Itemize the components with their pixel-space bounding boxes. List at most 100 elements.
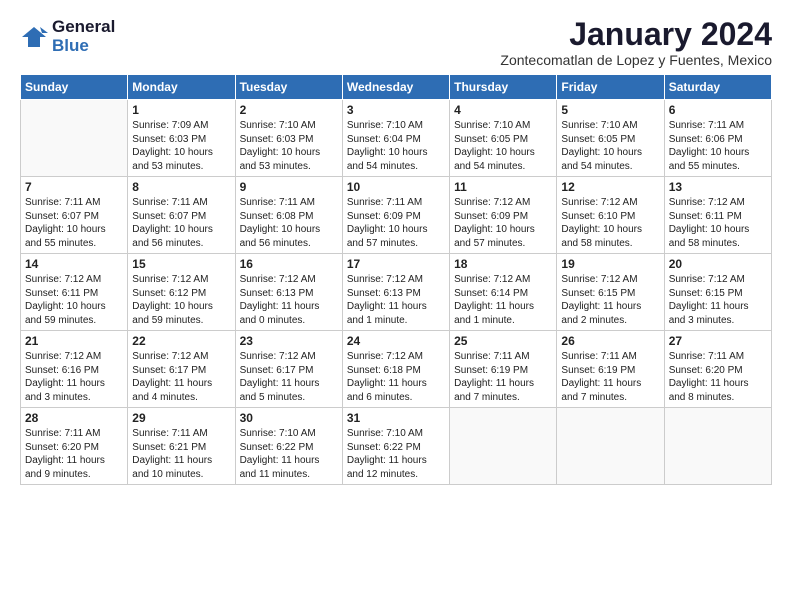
header: General Blue January 2024 Zontecomatlan … xyxy=(20,18,772,68)
month-title: January 2024 xyxy=(500,18,772,50)
week-row-4: 21 Sunrise: 7:12 AMSunset: 6:16 PMDayligh… xyxy=(21,331,772,408)
day-number: 27 xyxy=(669,334,767,348)
day-info: Sunrise: 7:10 AMSunset: 6:05 PMDaylight:… xyxy=(454,119,552,173)
day-cell: 2 Sunrise: 7:10 AMSunset: 6:03 PMDaylight… xyxy=(235,100,342,177)
week-row-5: 28Sunrise: 7:11 AMSunset: 6:20 PMDayligh… xyxy=(21,408,772,485)
day-cell: 14 Sunrise: 7:12 AMSunset: 6:11 PMDayligh… xyxy=(21,254,128,331)
day-info: Sunrise: 7:10 AMSunset: 6:22 PMDaylight:… xyxy=(347,427,445,481)
day-cell: 6Sunrise: 7:11 AMSunset: 6:06 PMDaylight… xyxy=(664,100,771,177)
logo-icon xyxy=(20,23,48,51)
day-info: Sunrise: 7:12 AMSunset: 6:18 PMDaylight:… xyxy=(347,350,445,404)
day-info: Sunrise: 7:10 AMSunset: 6:03 PMDaylight:… xyxy=(240,119,338,173)
day-number: 15 xyxy=(132,257,230,271)
subtitle: Zontecomatlan de Lopez y Fuentes, Mexico xyxy=(500,52,772,68)
day-cell xyxy=(664,408,771,485)
day-cell: 22Sunrise: 7:12 AMSunset: 6:17 PMDayligh… xyxy=(128,331,235,408)
day-cell: 23Sunrise: 7:12 AMSunset: 6:17 PMDayligh… xyxy=(235,331,342,408)
day-cell: 15 Sunrise: 7:12 AMSunset: 6:12 PMDayligh… xyxy=(128,254,235,331)
day-info: Sunrise: 7:12 AMSunset: 6:16 PMDaylight:… xyxy=(25,350,123,404)
logo: General Blue xyxy=(20,18,115,55)
weekday-header-thursday: Thursday xyxy=(450,75,557,100)
day-info: Sunrise: 7:12 AMSunset: 6:17 PMDaylight:… xyxy=(240,350,338,404)
day-cell: 31Sunrise: 7:10 AMSunset: 6:22 PMDayligh… xyxy=(342,408,449,485)
day-info: Sunrise: 7:12 AMSunset: 6:10 PMDaylight:… xyxy=(561,196,659,250)
calendar-table: SundayMondayTuesdayWednesdayThursdayFrid… xyxy=(20,74,772,485)
weekday-header-monday: Monday xyxy=(128,75,235,100)
day-number: 14 xyxy=(25,257,123,271)
day-info: Sunrise: 7:12 AMSunset: 6:11 PMDaylight:… xyxy=(25,273,123,327)
day-number: 17 xyxy=(347,257,445,271)
day-cell: 24Sunrise: 7:12 AMSunset: 6:18 PMDayligh… xyxy=(342,331,449,408)
day-info: Sunrise: 7:12 AMSunset: 6:11 PMDaylight:… xyxy=(669,196,767,250)
day-info: Sunrise: 7:10 AMSunset: 6:05 PMDaylight:… xyxy=(561,119,659,173)
week-row-1: 1Sunrise: 7:09 AMSunset: 6:03 PMDaylight… xyxy=(21,100,772,177)
day-cell xyxy=(557,408,664,485)
day-number: 9 xyxy=(240,180,338,194)
day-number: 19 xyxy=(561,257,659,271)
title-block: January 2024 Zontecomatlan de Lopez y Fu… xyxy=(500,18,772,68)
day-number: 25 xyxy=(454,334,552,348)
day-cell: 13Sunrise: 7:12 AMSunset: 6:11 PMDayligh… xyxy=(664,177,771,254)
day-cell: 11 Sunrise: 7:12 AMSunset: 6:09 PMDayligh… xyxy=(450,177,557,254)
day-cell: 12Sunrise: 7:12 AMSunset: 6:10 PMDayligh… xyxy=(557,177,664,254)
day-number: 11 xyxy=(454,180,552,194)
weekday-header-friday: Friday xyxy=(557,75,664,100)
day-number: 28 xyxy=(25,411,123,425)
day-number: 4 xyxy=(454,103,552,117)
day-cell: 8Sunrise: 7:11 AMSunset: 6:07 PMDaylight… xyxy=(128,177,235,254)
day-info: Sunrise: 7:10 AMSunset: 6:04 PMDaylight:… xyxy=(347,119,445,173)
day-cell xyxy=(450,408,557,485)
day-cell: 7 Sunrise: 7:11 AMSunset: 6:07 PMDaylight… xyxy=(21,177,128,254)
day-info: Sunrise: 7:11 AMSunset: 6:06 PMDaylight:… xyxy=(669,119,767,173)
day-info: Sunrise: 7:09 AMSunset: 6:03 PMDaylight:… xyxy=(132,119,230,173)
day-cell: 25 Sunrise: 7:11 AMSunset: 6:19 PMDayligh… xyxy=(450,331,557,408)
day-info: Sunrise: 7:11 AMSunset: 6:07 PMDaylight:… xyxy=(25,196,123,250)
day-number: 21 xyxy=(25,334,123,348)
day-number: 20 xyxy=(669,257,767,271)
day-info: Sunrise: 7:11 AMSunset: 6:07 PMDaylight:… xyxy=(132,196,230,250)
day-cell: 27 Sunrise: 7:11 AMSunset: 6:20 PMDayligh… xyxy=(664,331,771,408)
day-number: 26 xyxy=(561,334,659,348)
day-cell: 18Sunrise: 7:12 AMSunset: 6:14 PMDayligh… xyxy=(450,254,557,331)
day-cell: 29 Sunrise: 7:11 AMSunset: 6:21 PMDayligh… xyxy=(128,408,235,485)
day-cell: 19 Sunrise: 7:12 AMSunset: 6:15 PMDayligh… xyxy=(557,254,664,331)
day-number: 29 xyxy=(132,411,230,425)
day-info: Sunrise: 7:12 AMSunset: 6:15 PMDaylight:… xyxy=(669,273,767,327)
weekday-header-saturday: Saturday xyxy=(664,75,771,100)
day-info: Sunrise: 7:11 AMSunset: 6:21 PMDaylight:… xyxy=(132,427,230,481)
day-number: 10 xyxy=(347,180,445,194)
day-number: 16 xyxy=(240,257,338,271)
day-cell: 4 Sunrise: 7:10 AMSunset: 6:05 PMDaylight… xyxy=(450,100,557,177)
day-info: Sunrise: 7:11 AMSunset: 6:08 PMDaylight:… xyxy=(240,196,338,250)
day-info: Sunrise: 7:11 AMSunset: 6:19 PMDaylight:… xyxy=(454,350,552,404)
day-info: Sunrise: 7:11 AMSunset: 6:09 PMDaylight:… xyxy=(347,196,445,250)
day-info: Sunrise: 7:11 AMSunset: 6:19 PMDaylight:… xyxy=(561,350,659,404)
week-row-2: 7 Sunrise: 7:11 AMSunset: 6:07 PMDaylight… xyxy=(21,177,772,254)
weekday-header-tuesday: Tuesday xyxy=(235,75,342,100)
day-number: 3 xyxy=(347,103,445,117)
day-info: Sunrise: 7:12 AMSunset: 6:09 PMDaylight:… xyxy=(454,196,552,250)
weekday-header-wednesday: Wednesday xyxy=(342,75,449,100)
day-cell: 30 Sunrise: 7:10 AMSunset: 6:22 PMDayligh… xyxy=(235,408,342,485)
day-cell: 28Sunrise: 7:11 AMSunset: 6:20 PMDayligh… xyxy=(21,408,128,485)
weekday-header-row: SundayMondayTuesdayWednesdayThursdayFrid… xyxy=(21,75,772,100)
day-cell: 16 Sunrise: 7:12 AMSunset: 6:13 PMDayligh… xyxy=(235,254,342,331)
day-cell: 21 Sunrise: 7:12 AMSunset: 6:16 PMDayligh… xyxy=(21,331,128,408)
day-info: Sunrise: 7:12 AMSunset: 6:13 PMDaylight:… xyxy=(347,273,445,327)
day-cell: 26 Sunrise: 7:11 AMSunset: 6:19 PMDayligh… xyxy=(557,331,664,408)
day-number: 2 xyxy=(240,103,338,117)
day-cell: 10 Sunrise: 7:11 AMSunset: 6:09 PMDayligh… xyxy=(342,177,449,254)
day-info: Sunrise: 7:11 AMSunset: 6:20 PMDaylight:… xyxy=(669,350,767,404)
day-number: 7 xyxy=(25,180,123,194)
logo-text: General Blue xyxy=(52,18,115,55)
week-row-3: 14 Sunrise: 7:12 AMSunset: 6:11 PMDayligh… xyxy=(21,254,772,331)
day-info: Sunrise: 7:12 AMSunset: 6:13 PMDaylight:… xyxy=(240,273,338,327)
day-info: Sunrise: 7:12 AMSunset: 6:12 PMDaylight:… xyxy=(132,273,230,327)
day-cell: 17 Sunrise: 7:12 AMSunset: 6:13 PMDayligh… xyxy=(342,254,449,331)
day-cell: 1Sunrise: 7:09 AMSunset: 6:03 PMDaylight… xyxy=(128,100,235,177)
day-number: 30 xyxy=(240,411,338,425)
day-cell: 9 Sunrise: 7:11 AMSunset: 6:08 PMDaylight… xyxy=(235,177,342,254)
day-info: Sunrise: 7:10 AMSunset: 6:22 PMDaylight:… xyxy=(240,427,338,481)
day-info: Sunrise: 7:12 AMSunset: 6:15 PMDaylight:… xyxy=(561,273,659,327)
day-cell: 20 Sunrise: 7:12 AMSunset: 6:15 PMDayligh… xyxy=(664,254,771,331)
